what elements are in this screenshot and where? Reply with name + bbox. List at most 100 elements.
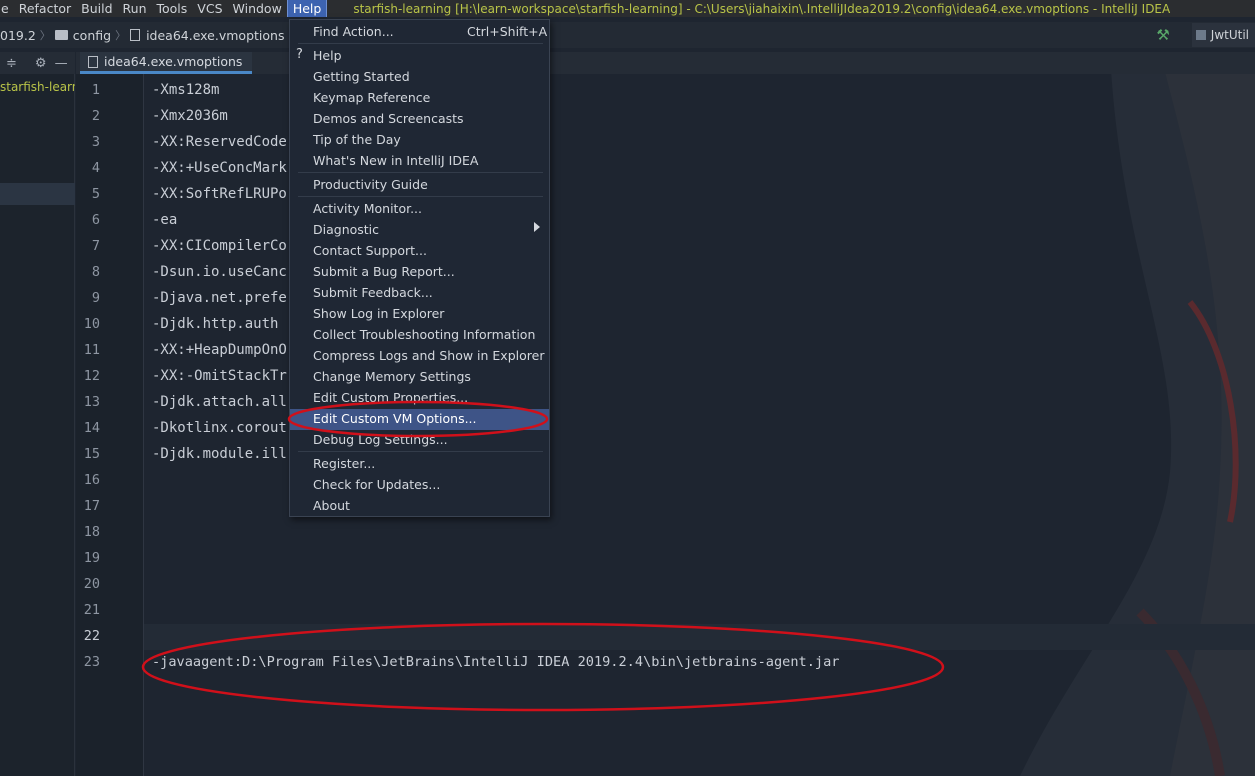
menu-item-check-updates[interactable]: Check for Updates... [313,477,440,493]
code-line[interactable]: -XX:+UseConcMark [152,160,287,176]
breadcrumb-label: 019.2 [0,27,36,43]
code-line[interactable]: -XX:CICompilerCo [152,238,287,254]
menu-separator [298,172,543,173]
project-panel-toolbar: ≑ ⚙ — [0,52,75,74]
editor-tab-bar [76,52,1255,74]
menu-item-debug-log-settings[interactable]: Debug Log Settings... [313,432,448,448]
menu-run[interactable]: Run [118,0,152,17]
menu-item-collect-troubleshooting[interactable]: Collect Troubleshooting Information [313,327,535,343]
menu-vcs[interactable]: VCS [192,0,227,17]
gear-icon[interactable]: ⚙ [35,56,47,71]
line-number: 14 [83,420,100,436]
line-number: 2 [91,108,100,124]
menu-item-edit-custom-properties[interactable]: Edit Custom Properties... [313,390,468,406]
project-root-item[interactable]: starfish-learning [0,80,75,98]
tab-label: idea64.exe.vmoptions [104,54,243,69]
menu-bar: e Refactor Build Run Tools VCS Window He… [0,0,1255,17]
menu-item-edit-custom-vm-options[interactable]: Edit Custom VM Options... [313,411,477,427]
breadcrumb-item-file[interactable]: idea64.exe.vmoptions [130,28,284,43]
code-line[interactable]: -Djdk.attach.all [152,394,287,410]
menu-separator [298,451,543,452]
code-line[interactable]: -Djdk.module.ill [152,446,287,462]
menu-item-find-action[interactable]: Find Action... [313,24,394,40]
file-icon [130,29,141,41]
run-configuration-dropdown[interactable]: JwtUtil [1191,23,1255,47]
breadcrumb-label: config [72,27,112,43]
line-number: 12 [83,368,100,384]
code-line[interactable]: -Xms128m [152,82,219,98]
line-number: 20 [83,576,100,592]
code-line[interactable]: -Dkotlinx.corout [152,420,287,436]
line-number: 10 [83,316,100,332]
menu-item-diagnostic[interactable]: Diagnostic [313,222,379,238]
line-number: 7 [91,238,100,254]
project-panel [0,52,75,776]
menu-separator [298,196,543,197]
menu-separator [298,43,543,44]
line-number: 16 [83,472,100,488]
breadcrumb-item-config[interactable]: config [54,27,112,43]
line-number: 11 [83,342,100,358]
editor-tab-vmoptions[interactable]: idea64.exe.vmoptions [80,52,252,74]
menu-item-keymap-reference[interactable]: Keymap Reference [313,90,430,106]
code-line[interactable]: -ea [152,212,177,228]
code-line[interactable]: -XX:+HeapDumpOnO [152,342,287,358]
line-number: 13 [83,394,100,410]
window-title: starfish-learning [H:\learn-workspace\st… [353,1,1171,16]
breadcrumb-label: idea64.exe.vmoptions [146,27,285,43]
find-action-shortcut: Ctrl+Shift+A [467,24,548,39]
code-line[interactable]: -Djava.net.prefe [152,290,287,306]
code-line[interactable]: -XX:SoftRefLRUPo [152,186,287,202]
menu-item-productivity-guide[interactable]: Productivity Guide [313,177,428,193]
line-number: 8 [91,264,100,280]
code-line[interactable]: -XX:ReservedCode [152,134,287,150]
menu-edit-partial[interactable]: e [0,0,14,17]
menu-item-getting-started[interactable]: Getting Started [313,69,410,85]
menu-item-tip-of-the-day[interactable]: Tip of the Day [313,132,401,148]
menu-item-compress-logs[interactable]: Compress Logs and Show in Explorer [313,348,544,364]
line-number: 15 [83,446,100,462]
menu-item-submit-feedback[interactable]: Submit Feedback... [313,285,433,301]
breadcrumb-separator-icon: 〉 [39,29,51,42]
hide-panel-icon[interactable]: — [55,56,68,71]
menu-item-help[interactable]: Help [313,48,342,64]
line-number: 3 [91,134,100,150]
menu-item-about[interactable]: About [313,498,350,514]
line-number: 19 [83,550,100,566]
breadcrumb-separator-icon: 〉 [115,29,127,42]
code-line-javaagent[interactable]: -javaagent:D:\Program Files\JetBrains\In… [152,654,839,670]
background-artwork [1020,52,1255,776]
line-number: 18 [83,524,100,540]
menu-item-contact-support[interactable]: Contact Support... [313,243,427,259]
collapse-all-icon[interactable]: ≑ [6,56,17,71]
line-number: 17 [83,498,100,514]
line-number-current: 22 [83,628,100,644]
line-number: 9 [91,290,100,306]
menu-refactor[interactable]: Refactor [14,0,76,17]
menu-item-submit-bug-report[interactable]: Submit a Bug Report... [313,264,455,280]
menu-item-demos[interactable]: Demos and Screencasts [313,111,464,127]
menu-help[interactable]: Help [286,0,328,17]
folder-icon [54,30,68,40]
code-line[interactable]: -Xmx2036m [152,108,228,124]
menu-item-whats-new[interactable]: What's New in IntelliJ IDEA [313,153,478,169]
menu-item-show-log[interactable]: Show Log in Explorer [313,306,444,322]
code-line[interactable]: -XX:-OmitStackTr [152,368,287,384]
code-line[interactable]: -Djdk.http.auth [152,316,278,332]
line-number: 6 [91,212,100,228]
run-config-label: JwtUtil [1210,28,1249,42]
menu-build[interactable]: Build [76,0,117,17]
breadcrumb-item-version[interactable]: 019.2 [0,28,36,43]
menu-item-register[interactable]: Register... [313,456,375,472]
line-number: 23 [83,654,100,670]
build-hammer-icon[interactable]: ⚒ [1156,26,1169,44]
menu-item-activity-monitor[interactable]: Activity Monitor... [313,201,422,217]
code-line[interactable]: -Dsun.io.useCanc [152,264,287,280]
project-selected-row[interactable] [0,183,75,205]
navigation-bar: 019.2 〉 config 〉 idea64.exe.vmoptions ⚒ … [0,22,1255,48]
line-number: 4 [91,160,100,176]
menu-window[interactable]: Window [228,0,287,17]
run-config-icon [1195,30,1206,40]
menu-tools[interactable]: Tools [152,0,193,17]
menu-item-change-memory[interactable]: Change Memory Settings [313,369,471,385]
